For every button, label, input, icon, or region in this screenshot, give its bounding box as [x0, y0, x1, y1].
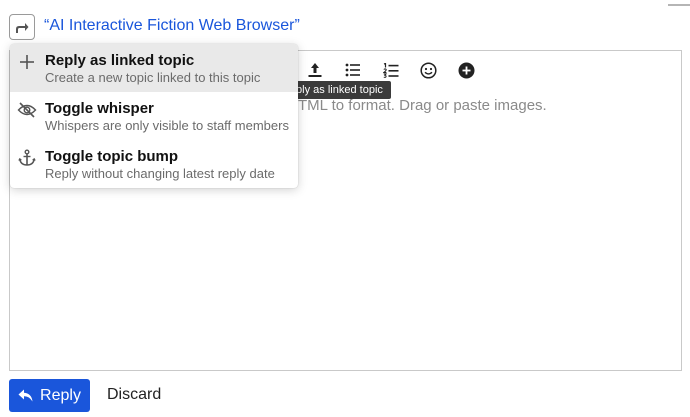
numbered-list-button[interactable] — [380, 60, 402, 80]
more-options-button[interactable] — [455, 60, 477, 80]
menu-item-title: Reply as linked topic — [45, 52, 195, 69]
upload-button[interactable] — [304, 60, 326, 80]
menu-item-description: Reply without changing latest reply date — [45, 166, 275, 181]
bullet-list-icon — [345, 63, 360, 77]
menu-item-description: Create a new topic linked to this topic — [45, 70, 261, 85]
menu-item-title: Toggle topic bump — [45, 148, 179, 165]
plus-icon — [17, 52, 37, 72]
reply-target-toggle[interactable] — [9, 14, 35, 40]
reply-button-label: Reply — [40, 386, 81, 404]
menu-item-description: Whispers are only visible to staff membe… — [45, 118, 289, 133]
emoji-icon — [419, 61, 437, 79]
upload-icon — [308, 63, 322, 77]
emoji-button[interactable] — [417, 60, 439, 80]
reply-button[interactable]: Reply — [9, 379, 90, 412]
discard-button[interactable]: Discard — [107, 386, 161, 404]
bullet-list-button[interactable] — [342, 60, 364, 80]
plus-circle-icon — [458, 62, 474, 78]
reply-options-menu: Reply as linked topic Create a new topic… — [10, 44, 298, 188]
menu-item-toggle-topic-bump[interactable]: Toggle topic bump Reply without changing… — [10, 140, 298, 188]
menu-item-reply-as-linked-topic[interactable]: Reply as linked topic Create a new topic… — [10, 44, 298, 92]
eye-slash-icon — [17, 100, 37, 120]
menu-item-toggle-whisper[interactable]: Toggle whisper Whispers are only visible… — [10, 92, 298, 140]
menu-item-title: Toggle whisper — [45, 100, 154, 117]
share-arrow-icon — [16, 22, 29, 33]
drag-grip[interactable] — [668, 4, 690, 6]
reply-arrow-icon — [18, 389, 33, 402]
reply-topic-title[interactable]: “AI Interactive Fiction Web Browser” — [44, 15, 300, 37]
numbered-list-icon — [383, 62, 399, 78]
editor-placeholder: TML to format. Drag or paste images. — [298, 97, 547, 114]
anchor-icon — [17, 148, 37, 168]
